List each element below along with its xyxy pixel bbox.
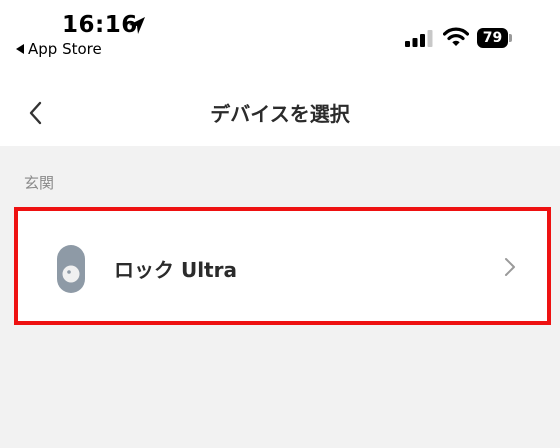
smart-lock-icon	[57, 245, 85, 293]
chevron-right-icon	[505, 258, 515, 276]
battery-indicator: 79	[477, 28, 513, 48]
section-label: 玄関	[24, 174, 55, 192]
battery-level: 79	[482, 30, 503, 46]
device-row[interactable]: ロック Ultra	[21, 214, 544, 318]
page-title: デバイスを選択	[210, 102, 350, 126]
back-triangle-icon	[16, 44, 24, 54]
back-to-app-link[interactable]: App Store	[16, 40, 102, 58]
location-arrow-icon	[129, 17, 145, 34]
back-to-app-label: App Store	[28, 40, 102, 58]
screen: 16:16 App Store 79 デバイスを選択 玄関 ロック Ultra	[0, 0, 560, 448]
cellular-signal-icon	[405, 30, 433, 47]
battery-body: 79	[477, 28, 508, 48]
device-name: ロック Ultra	[114, 258, 237, 282]
wifi-icon	[443, 27, 469, 46]
battery-cap	[509, 34, 512, 42]
